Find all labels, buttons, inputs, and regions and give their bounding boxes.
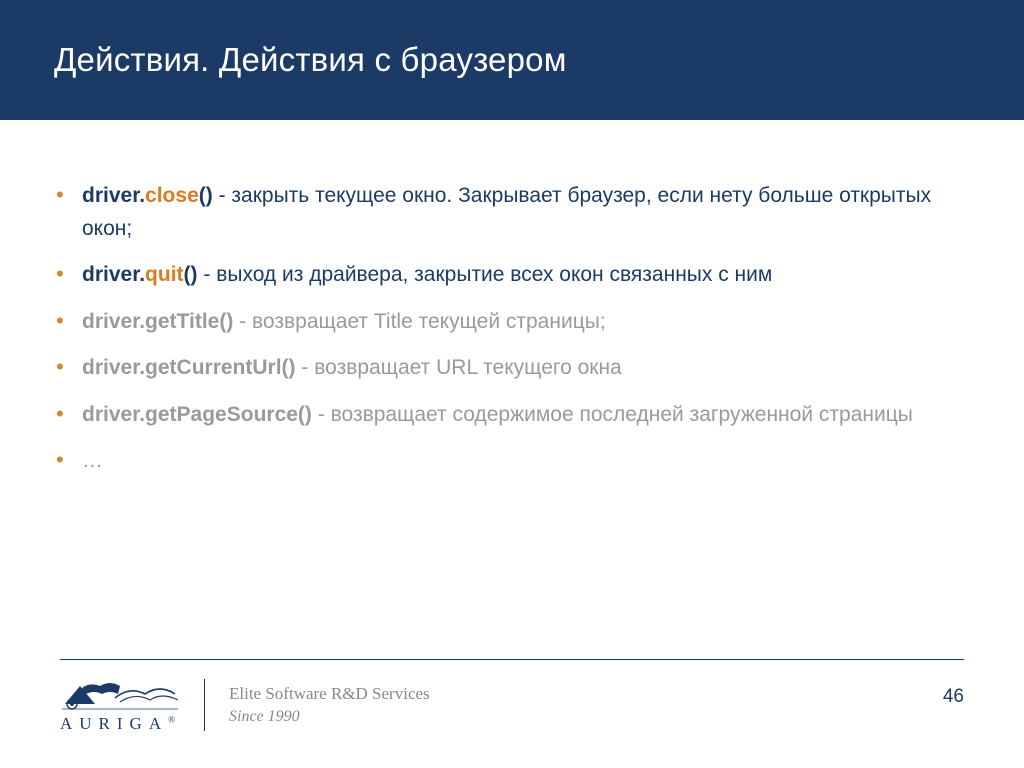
bullet-desc: - возвращает содержимое последней загруж… — [312, 403, 913, 426]
footer-row: AURIGA® Elite Software R&D Services Sinc… — [60, 676, 964, 734]
code-suffix: () — [199, 184, 213, 207]
bullet-item: driver.close() - закрыть текущее окно. З… — [78, 180, 964, 245]
ellipsis: … — [82, 449, 103, 472]
bullet-item: driver.getTitle() - возвращает Title тек… — [78, 306, 964, 339]
bullet-item: driver.getPageSource() - возвращает соде… — [78, 399, 964, 432]
footer: AURIGA® Elite Software R&D Services Sinc… — [60, 659, 964, 734]
bullet-item: driver.quit() - выход из драйвера, закры… — [78, 259, 964, 292]
tagline: Elite Software R&D Services Since 1990 — [229, 683, 430, 728]
code-prefix: driver. — [82, 184, 145, 207]
tagline-line2: Since 1990 — [229, 706, 430, 728]
bullet-desc: - возвращает URL текущего окна — [296, 356, 622, 379]
code-suffix: () — [184, 263, 198, 286]
logo-name: AURIGA — [60, 714, 168, 733]
bullet-list: driver.close() - закрыть текущее окно. З… — [78, 180, 964, 478]
footer-divider — [60, 659, 964, 660]
bullet-item-ellipsis: … — [78, 445, 964, 478]
content-area: driver.close() - закрыть текущее окно. З… — [0, 120, 1024, 478]
bullet-desc: - выход из драйвера, закрытие всех окон … — [198, 263, 773, 286]
code-full: driver.getPageSource() — [82, 403, 312, 426]
slide-title: Действия. Действия с браузером — [54, 41, 567, 79]
registered-icon: ® — [168, 714, 175, 724]
tagline-line1: Elite Software R&D Services — [229, 683, 430, 706]
title-band: Действия. Действия с браузером — [0, 0, 1024, 120]
logo-text: AURIGA® — [60, 714, 175, 734]
chariot-icon — [60, 676, 180, 712]
code-full: driver.getCurrentUrl() — [82, 356, 296, 379]
code-prefix: driver. — [82, 263, 145, 286]
bullet-desc: - возвращает Title текущей страницы; — [233, 310, 605, 333]
code-method: close — [145, 184, 199, 207]
code-method: quit — [145, 263, 183, 286]
code-full: driver.getTitle() — [82, 310, 233, 333]
bullet-item: driver.getCurrentUrl() - возвращает URL … — [78, 352, 964, 385]
vertical-divider — [204, 679, 205, 731]
logo: AURIGA® — [60, 676, 180, 734]
slide: Действия. Действия с браузером driver.cl… — [0, 0, 1024, 768]
